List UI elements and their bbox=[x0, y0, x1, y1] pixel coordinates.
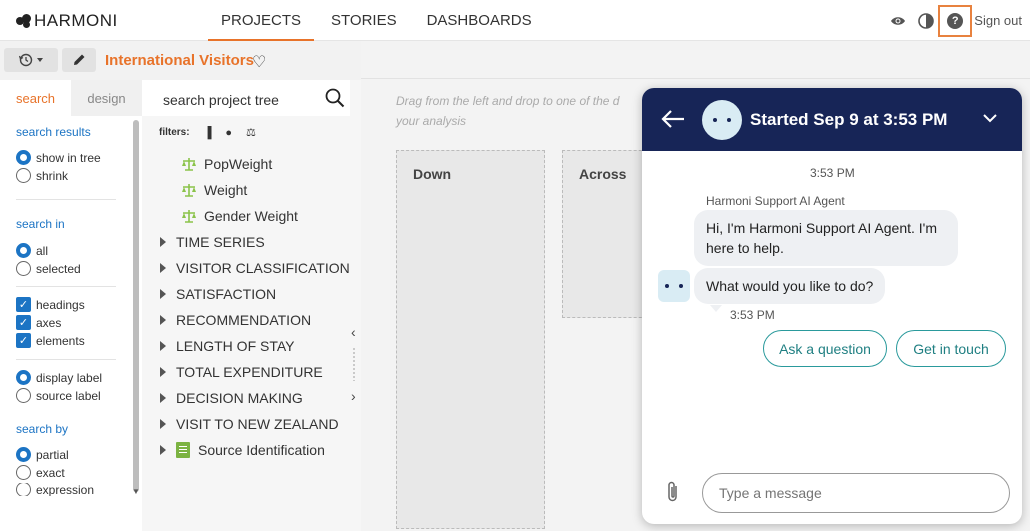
panel-resize-handle[interactable] bbox=[352, 347, 356, 381]
help-icon: ? bbox=[947, 12, 964, 29]
drop-zone-down[interactable]: Down bbox=[396, 150, 545, 529]
tree-item-gender-weight[interactable]: Gender Weight bbox=[181, 208, 298, 224]
radio-display-label[interactable]: display label bbox=[16, 370, 102, 385]
tree-filters: filters: ▐ ● ⚖ bbox=[159, 126, 256, 140]
project-tree-panel: search project tree filters: ▐ ● ⚖ PopWe… bbox=[142, 80, 361, 531]
tab-dashboards[interactable]: DASHBOARDS bbox=[414, 0, 545, 41]
checkbox-headings[interactable]: ✓ headings bbox=[16, 297, 85, 312]
attachment-icon[interactable] bbox=[666, 480, 680, 504]
chevron-down-icon[interactable] bbox=[982, 112, 998, 124]
expand-arrow-icon[interactable] bbox=[160, 445, 166, 455]
support-chat-widget: Started Sep 9 at 3:53 PM 3:53 PM Harmoni… bbox=[642, 88, 1022, 524]
tree-folder-recommendation[interactable]: RECOMMENDATION bbox=[160, 312, 311, 328]
expand-arrow-icon[interactable] bbox=[160, 289, 166, 299]
history-button[interactable] bbox=[4, 48, 58, 72]
tree-item-popweight[interactable]: PopWeight bbox=[181, 156, 272, 172]
tab-stories[interactable]: STORIES bbox=[318, 0, 410, 41]
filter-pin-icon[interactable]: ● bbox=[225, 127, 232, 139]
checkbox-axes[interactable]: ✓ axes bbox=[16, 315, 61, 330]
tree-folder-total-expenditure[interactable]: TOTAL EXPENDITURE bbox=[160, 364, 323, 380]
radio-source-label[interactable]: source label bbox=[16, 388, 101, 403]
checkbox-elements[interactable]: ✓ elements bbox=[16, 333, 85, 348]
bubble-tail bbox=[710, 305, 722, 312]
bot-avatar-small bbox=[658, 270, 690, 302]
help-button[interactable]: ? bbox=[938, 4, 973, 37]
expand-arrow-icon[interactable] bbox=[160, 393, 166, 403]
agent-message: What would you like to do? bbox=[694, 268, 886, 304]
back-arrow-icon[interactable] bbox=[660, 107, 686, 131]
bot-avatar bbox=[702, 100, 742, 140]
get-in-touch-button[interactable]: Get in touch bbox=[896, 330, 1006, 367]
favorite-heart-icon[interactable]: ♡ bbox=[252, 52, 266, 72]
message-time: 3:53 PM bbox=[730, 308, 775, 322]
app-logo[interactable]: HARMONI bbox=[16, 11, 118, 31]
chat-header: Started Sep 9 at 3:53 PM bbox=[642, 88, 1022, 151]
tab-search[interactable]: search bbox=[0, 80, 71, 116]
radio-all[interactable]: all bbox=[16, 243, 48, 258]
radio-shrink[interactable]: shrink bbox=[16, 168, 68, 183]
logo-mark-icon bbox=[16, 14, 32, 28]
top-bar: HARMONI PROJECTS STORIES DASHBOARDS ? Si… bbox=[0, 0, 1030, 41]
chat-start-time: 3:53 PM bbox=[810, 166, 855, 180]
tree-folder-length-of-stay[interactable]: LENGTH OF STAY bbox=[160, 338, 295, 354]
left-panel-scrollbar[interactable] bbox=[133, 120, 139, 492]
tree-folder-visitor-classification[interactable]: VISITOR CLASSIFICATION bbox=[160, 260, 350, 276]
expand-arrow-icon[interactable] bbox=[160, 419, 166, 429]
expand-arrow-icon[interactable] bbox=[160, 315, 166, 325]
pencil-icon bbox=[74, 54, 85, 65]
search-panel: search design search results show in tre… bbox=[0, 80, 142, 531]
tree-search-box[interactable]: search project tree bbox=[142, 80, 350, 116]
search-by-label: search by bbox=[16, 422, 69, 436]
weight-scale-icon bbox=[182, 184, 196, 197]
drop-zone-across[interactable]: Across bbox=[562, 150, 652, 318]
agent-message: Hi, I'm Harmoni Support AI Agent. I'm he… bbox=[694, 210, 958, 266]
filters-label: filters: bbox=[159, 127, 190, 138]
scroll-down-icon[interactable]: ▼ bbox=[132, 487, 140, 496]
expand-arrow-icon[interactable] bbox=[160, 341, 166, 351]
document-icon bbox=[176, 442, 190, 458]
main-nav: PROJECTS STORIES DASHBOARDS bbox=[208, 0, 545, 41]
radio-selected[interactable]: selected bbox=[16, 261, 81, 276]
project-toolbar: International Visitors ♡ bbox=[0, 41, 361, 79]
ask-question-button[interactable]: Ask a question bbox=[763, 330, 887, 367]
eye-icon[interactable] bbox=[890, 13, 906, 29]
app-name: HARMONI bbox=[34, 11, 118, 30]
search-icon[interactable] bbox=[325, 88, 345, 108]
collapse-left-icon[interactable]: ‹ bbox=[351, 324, 356, 340]
radio-partial[interactable]: partial bbox=[16, 447, 69, 462]
expand-arrow-icon[interactable] bbox=[160, 237, 166, 247]
weight-scale-icon bbox=[182, 210, 196, 223]
tree-folder-time-series[interactable]: TIME SERIES bbox=[160, 234, 265, 250]
agent-name: Harmoni Support AI Agent bbox=[706, 194, 845, 208]
edit-button[interactable] bbox=[62, 48, 96, 72]
radio-show-in-tree[interactable]: show in tree bbox=[16, 150, 101, 165]
tree-item-weight[interactable]: Weight bbox=[181, 182, 247, 198]
search-in-label: search in bbox=[16, 217, 65, 231]
project-title: International Visitors bbox=[105, 52, 254, 69]
tree-folder-decision-making[interactable]: DECISION MAKING bbox=[160, 390, 303, 406]
history-icon bbox=[18, 53, 43, 67]
tree-search-input[interactable]: search project tree bbox=[163, 92, 279, 108]
contrast-icon[interactable] bbox=[918, 12, 935, 29]
expand-arrow-icon[interactable] bbox=[160, 263, 166, 273]
tree-folder-satisfaction[interactable]: SATISFACTION bbox=[160, 286, 276, 302]
tab-design[interactable]: design bbox=[71, 80, 142, 116]
filter-table-icon[interactable]: ▐ bbox=[204, 127, 212, 139]
expand-right-icon[interactable]: › bbox=[351, 388, 356, 404]
sign-out-link[interactable]: Sign out bbox=[974, 13, 1022, 28]
chat-title: Started Sep 9 at 3:53 PM bbox=[750, 110, 948, 129]
radio-exact[interactable]: exact bbox=[16, 465, 65, 480]
header-actions: ? Sign out bbox=[890, 0, 1022, 41]
search-results-label: search results bbox=[16, 125, 91, 139]
filter-weight-icon[interactable]: ⚖ bbox=[246, 126, 256, 139]
drag-hint: Drag from the left and drop to one of th… bbox=[396, 94, 620, 128]
expand-arrow-icon[interactable] bbox=[160, 367, 166, 377]
tree-item-source-identification[interactable]: Source Identification bbox=[160, 442, 325, 458]
tree-folder-visit-to-new-zealand[interactable]: VISIT TO NEW ZEALAND bbox=[160, 416, 339, 432]
weight-scale-icon bbox=[182, 158, 196, 171]
radio-expression[interactable]: expression bbox=[16, 483, 94, 496]
tab-projects[interactable]: PROJECTS bbox=[208, 0, 315, 41]
message-input[interactable] bbox=[702, 473, 1010, 513]
